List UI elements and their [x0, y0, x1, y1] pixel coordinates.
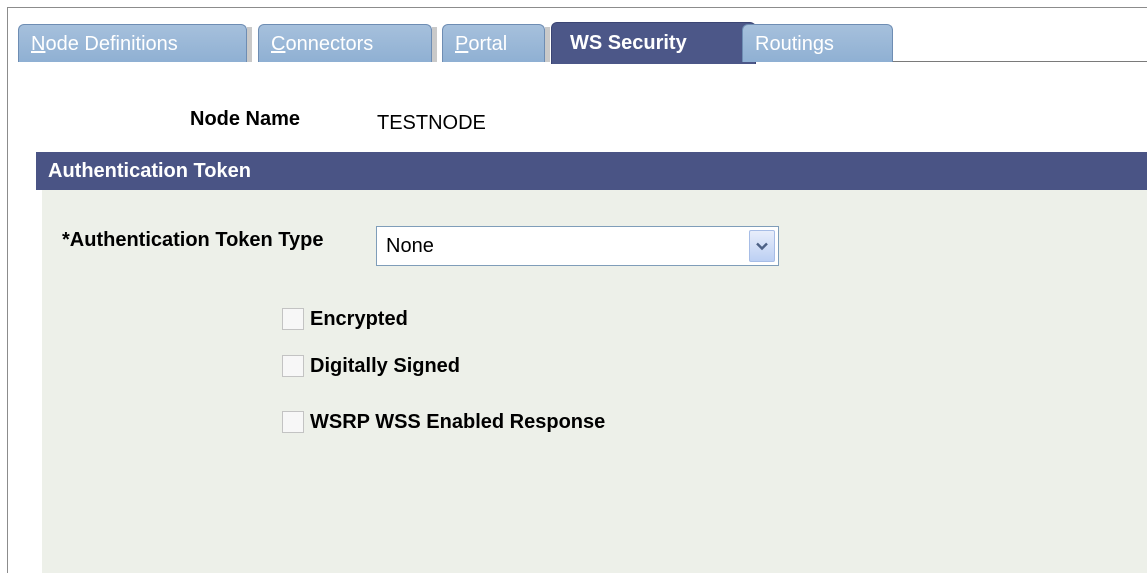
page-frame-left [7, 7, 8, 573]
node-name-label: Node Name [190, 108, 301, 130]
dropdown-button[interactable] [749, 230, 775, 262]
tab-ws-security[interactable]: WS Security [551, 22, 756, 64]
checkbox-row-digitally-signed: Digitally Signed [282, 353, 460, 379]
chevron-down-icon [756, 242, 768, 250]
page-frame-top [7, 7, 1147, 8]
tab-divider [247, 27, 252, 62]
tab-divider [545, 27, 550, 62]
token-type-select[interactable]: None [376, 226, 779, 266]
checkbox-row-encrypted: Encrypted [282, 306, 408, 332]
checkbox-row-wsrp: WSRP WSS Enabled Response [282, 409, 605, 435]
wsrp-wss-enabled-response-checkbox[interactable] [282, 411, 304, 433]
tab-label: ortal [468, 33, 508, 55]
tab-baseline [893, 61, 1147, 62]
tab-label: onnectors [285, 33, 374, 55]
tab-label: WS Security [570, 32, 687, 54]
tab-access-key: P [455, 33, 469, 55]
section-header: Authentication Token [36, 152, 1147, 190]
digitally-signed-checkbox[interactable] [282, 355, 304, 377]
tab-label: ode Definitions [45, 33, 178, 55]
token-type-label: *Authentication Token Type [62, 229, 324, 251]
tab-label: Routings [755, 33, 834, 55]
wsrp-wss-enabled-response-label: WSRP WSS Enabled Response [310, 410, 606, 433]
tab-connectors[interactable]: Connectors [258, 24, 432, 62]
tab-access-key: C [271, 33, 286, 55]
tab-routings[interactable]: Routings [742, 24, 893, 62]
encrypted-label: Encrypted [310, 307, 408, 330]
tab-access-key: N [31, 33, 46, 55]
tab-bar: Node Definitions Connectors Portal WS Se… [18, 21, 1147, 66]
tab-portal[interactable]: Portal [442, 24, 545, 62]
tab-node-definitions[interactable]: Node Definitions [18, 24, 247, 62]
node-name-value: TESTNODE [377, 112, 486, 134]
encrypted-checkbox[interactable] [282, 308, 304, 330]
digitally-signed-label: Digitally Signed [310, 354, 461, 377]
tab-divider [432, 27, 437, 62]
token-type-value: None [386, 235, 434, 257]
